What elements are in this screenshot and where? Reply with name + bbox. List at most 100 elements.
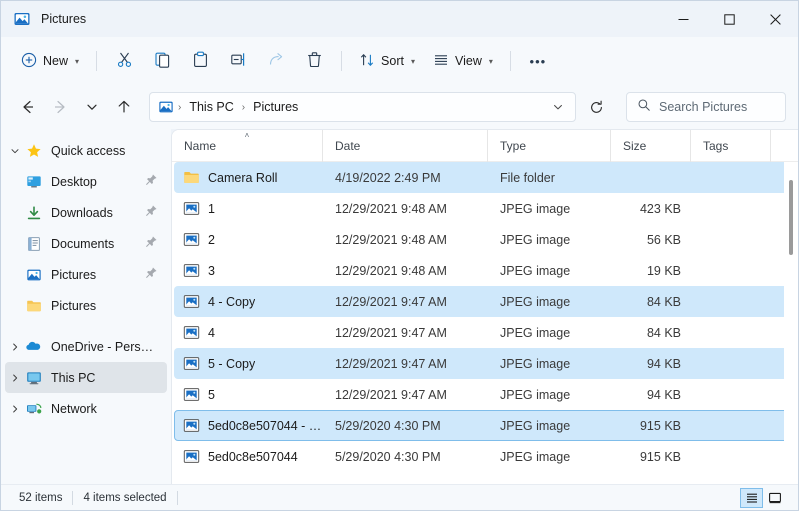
large-icons-view-button[interactable]	[763, 488, 786, 508]
pictures-folder-icon	[158, 99, 174, 115]
sidebar-item-pictures[interactable]: Pictures	[5, 259, 167, 290]
refresh-button[interactable]	[580, 92, 612, 122]
scrollbar-thumb[interactable]	[789, 180, 793, 255]
breadcrumb-bar[interactable]: › This PC › Pictures	[149, 92, 576, 122]
star-icon	[25, 142, 42, 159]
file-name-cell: 1	[175, 200, 325, 217]
file-date-cell: 12/29/2021 9:47 AM	[335, 325, 447, 340]
column-header-size[interactable]: Size	[610, 130, 690, 162]
search-placeholder: Search Pictures	[659, 100, 748, 114]
command-toolbar: New ▾ Sort ▾ View ▾ •••	[1, 37, 798, 85]
table-row[interactable]: 3 12/29/2021 9:48 AM JPEG image 19 KB	[174, 255, 794, 286]
pin-icon[interactable]	[145, 204, 159, 222]
chevron-right-icon[interactable]	[5, 404, 25, 414]
table-row[interactable]: Camera Roll 4/19/2022 2:49 PM File folder	[174, 162, 794, 193]
sidebar-item-onedrive[interactable]: OneDrive - Personal	[5, 331, 167, 362]
column-header-tags[interactable]: Tags	[690, 130, 770, 162]
status-divider-2	[176, 490, 178, 505]
breadcrumb-item-pictures[interactable]: Pictures	[248, 97, 303, 117]
copy-button[interactable]	[144, 45, 180, 77]
sort-button[interactable]: Sort ▾	[351, 45, 423, 77]
table-row[interactable]: 2 12/29/2021 9:48 AM JPEG image 56 KB	[174, 224, 794, 255]
column-header-type[interactable]: Type	[487, 130, 610, 162]
file-date-cell: 12/29/2021 9:48 AM	[335, 263, 447, 278]
table-row[interactable]: 5 - Copy 12/29/2021 9:47 AM JPEG image 94 K…	[174, 348, 794, 379]
share-button[interactable]	[258, 45, 294, 77]
file-date-cell: 4/19/2022 2:49 PM	[335, 170, 441, 185]
sidebar-item-network[interactable]: Network	[5, 393, 167, 424]
column-header-label: Name	[184, 138, 217, 153]
more-options-button[interactable]: •••	[520, 45, 556, 77]
jpeg-icon	[183, 231, 200, 248]
file-date-cell: 5/29/2020 4:30 PM	[335, 418, 441, 433]
sidebar-item-quick-access[interactable]: Quick access	[5, 135, 167, 166]
table-row[interactable]: 4 - Copy 12/29/2021 9:47 AM JPEG image 84 K…	[174, 286, 794, 317]
close-button[interactable]	[752, 1, 798, 37]
trash-icon	[306, 51, 323, 71]
file-date-cell: 5/29/2020 4:30 PM	[335, 449, 441, 464]
view-button[interactable]: View ▾	[425, 45, 501, 77]
file-date-cell: 12/29/2021 9:47 AM	[335, 294, 447, 309]
file-size-cell: 56 KB	[646, 232, 681, 247]
cut-button[interactable]	[106, 45, 142, 77]
table-row[interactable]: 5ed0c8e507044 - Co... 5/29/2020 4:30 PM JP…	[174, 410, 794, 441]
vertical-scrollbar[interactable]	[784, 162, 798, 484]
chevron-right-icon[interactable]	[5, 342, 25, 352]
file-name-cell: 5ed0c8e507044	[175, 448, 325, 465]
file-size-cell: 94 KB	[646, 387, 681, 402]
table-row[interactable]: 4 12/29/2021 9:47 AM JPEG image 84 KB	[174, 317, 794, 348]
thispc-icon	[25, 369, 42, 386]
sidebar-item-label: This PC	[51, 370, 96, 385]
sidebar-item-pictures-folder[interactable]: Pictures	[5, 290, 167, 321]
recent-locations-button[interactable]	[77, 92, 107, 122]
file-size-cell: 84 KB	[646, 325, 681, 340]
pin-icon[interactable]	[145, 235, 159, 253]
file-type-cell: JPEG image	[500, 387, 571, 402]
paste-button[interactable]	[182, 45, 218, 77]
back-button[interactable]	[13, 92, 43, 122]
details-view-button[interactable]	[740, 487, 763, 508]
sidebar-item-this-pc[interactable]: This PC	[5, 362, 167, 393]
toolbar-divider-3	[509, 51, 511, 71]
delete-button[interactable]	[296, 45, 332, 77]
forward-button[interactable]	[45, 92, 75, 122]
column-header-name[interactable]: ˄ Name	[172, 130, 322, 162]
pin-icon[interactable]	[145, 266, 159, 284]
chevron-down-icon[interactable]	[5, 146, 25, 156]
breadcrumb-dropdown-button[interactable]	[545, 94, 571, 120]
table-row[interactable]: 1 12/29/2021 9:48 AM JPEG image 423 KB	[174, 193, 794, 224]
maximize-button[interactable]	[706, 1, 752, 37]
pictures-icon	[25, 266, 42, 283]
column-header-date[interactable]: Date	[322, 130, 487, 162]
column-header-label: Size	[623, 138, 647, 153]
file-name-cell: 5	[175, 386, 325, 403]
share-icon	[268, 51, 285, 71]
pin-icon[interactable]	[145, 173, 159, 191]
sidebar-item-documents[interactable]: Documents	[5, 228, 167, 259]
jpeg-icon	[183, 200, 200, 217]
sort-ascending-caret-icon: ˄	[244, 130, 250, 140]
table-row[interactable]: 5 12/29/2021 9:47 AM JPEG image 94 KB	[174, 379, 794, 410]
search-input[interactable]: Search Pictures	[626, 92, 786, 122]
file-name-label: 5ed0c8e507044	[208, 449, 298, 464]
table-row[interactable]: 5ed0c8e507044 5/29/2020 4:30 PM JPEG image…	[174, 441, 794, 472]
file-name-label: 2	[208, 232, 215, 247]
file-name-cell: Camera Roll	[175, 169, 325, 186]
sort-button-label: Sort	[381, 54, 404, 68]
sidebar-item-desktop[interactable]: Desktop	[5, 166, 167, 197]
address-bar: › This PC › Pictures Search Pictures	[1, 85, 798, 129]
sidebar-item-downloads[interactable]: Downloads	[5, 197, 167, 228]
sidebar-item-label: Desktop	[51, 174, 97, 189]
file-name-label: 5ed0c8e507044 - Co...	[208, 418, 325, 433]
chevron-down-icon: ▾	[75, 56, 80, 66]
up-button[interactable]	[109, 92, 139, 122]
title-bar: Pictures	[1, 1, 798, 37]
chevron-right-icon[interactable]	[5, 373, 25, 383]
plus-circle-icon	[21, 52, 37, 71]
new-button[interactable]: New ▾	[15, 45, 87, 77]
rename-icon	[230, 51, 247, 71]
file-date-cell: 12/29/2021 9:47 AM	[335, 387, 447, 402]
minimize-button[interactable]	[660, 1, 706, 37]
breadcrumb-item-this-pc[interactable]: This PC	[184, 97, 238, 117]
rename-button[interactable]	[220, 45, 256, 77]
